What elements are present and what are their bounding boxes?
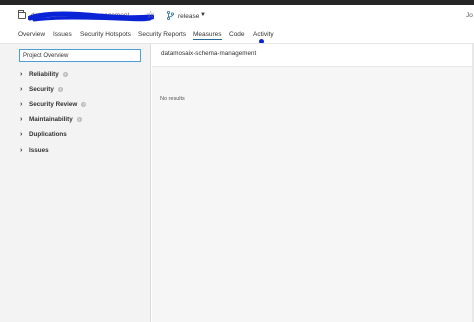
chevron-right-icon: ›	[20, 147, 23, 154]
tab-overview[interactable]: Overview	[18, 31, 45, 38]
help-icon[interactable]: ?	[62, 71, 68, 77]
tab-security-reports[interactable]: Security Reports	[138, 31, 186, 38]
chevron-right-icon: ›	[20, 86, 23, 93]
branch-icon	[167, 11, 174, 20]
tab-security-hotspots[interactable]: Security Hotspots	[80, 31, 131, 38]
chevron-right-icon: ›	[20, 71, 23, 78]
tab-code[interactable]: Code	[229, 31, 245, 38]
sidebar-item-label: Issues	[29, 147, 49, 154]
tab-measures[interactable]: Measures	[193, 31, 222, 40]
chevron-right-icon: ›	[20, 131, 23, 138]
sidebar-item-label: Security Review	[29, 101, 78, 108]
global-topbar	[0, 0, 474, 5]
sidebar-item-label: Security	[29, 86, 54, 93]
sidebar-item-label: Maintainability	[29, 116, 73, 123]
chevron-right-icon: ›	[20, 116, 23, 123]
chevron-right-icon: ›	[20, 101, 23, 108]
component-name: datamosaix-schema-management	[161, 50, 257, 57]
project-icon	[18, 10, 26, 19]
project-overview-label: Project Overview	[23, 52, 69, 59]
user-menu[interactable]: Jo	[466, 12, 473, 19]
empty-state-message: No results	[160, 96, 185, 102]
sidebar-item-label: Reliability	[29, 71, 59, 78]
star-icon[interactable]: ☆	[146, 11, 155, 21]
tab-issues[interactable]: Issues	[53, 31, 72, 38]
redaction-scribble	[28, 11, 154, 22]
caret-down-icon[interactable]: ▼	[200, 12, 206, 18]
measures-sidebar	[0, 44, 151, 322]
branch-selector[interactable]: release	[178, 13, 199, 20]
help-icon[interactable]: ?	[81, 101, 87, 107]
help-icon[interactable]: ?	[57, 86, 63, 92]
project-overview-button[interactable]: Project Overview	[19, 49, 141, 62]
tab-activity[interactable]: Activity	[253, 31, 274, 38]
sidebar-item-label: Duplications	[29, 131, 67, 138]
help-icon[interactable]: ?	[76, 116, 82, 122]
measures-content	[152, 67, 474, 322]
